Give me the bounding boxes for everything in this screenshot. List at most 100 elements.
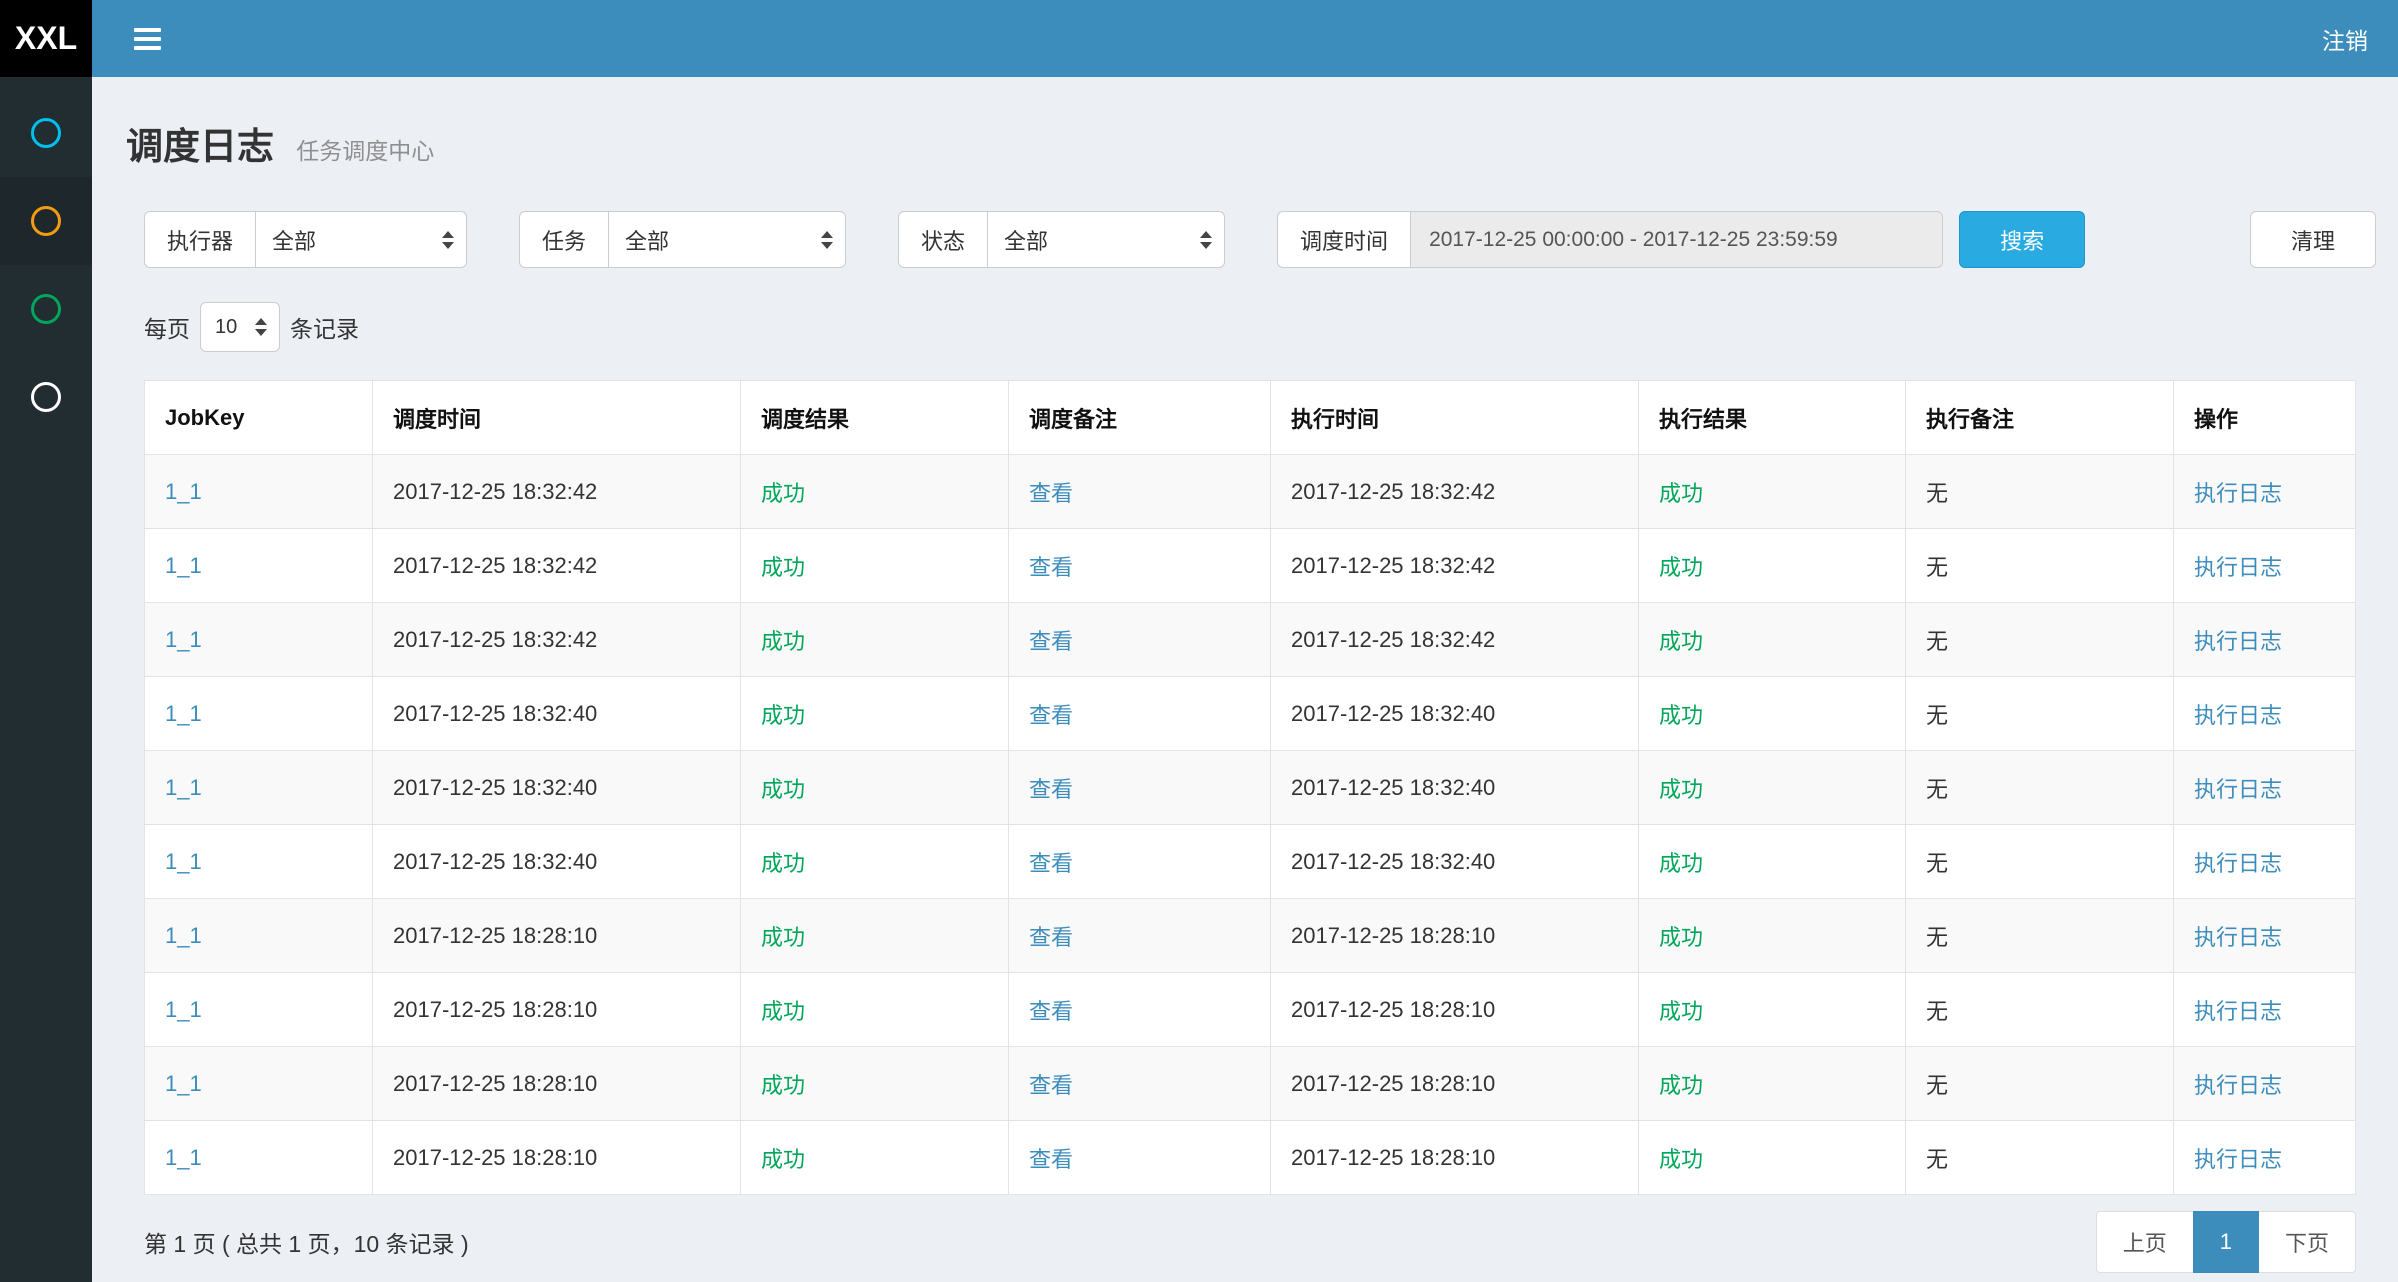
action-cell: 执行日志: [2174, 825, 2356, 899]
col-header-handle-time: 执行时间: [1271, 381, 1639, 455]
action-cell: 执行日志: [2174, 603, 2356, 677]
col-header-handle-result: 执行结果: [1639, 381, 1906, 455]
trigger-remark-cell: 查看: [1009, 973, 1271, 1047]
exec-log-link[interactable]: 执行日志: [2194, 703, 2282, 728]
jobkey-cell: 1_1: [145, 1047, 373, 1121]
jobkey-link[interactable]: 1_1: [165, 701, 202, 726]
handle-time-cell: 2017-12-25 18:32:42: [1271, 455, 1639, 529]
filter-bar: 执行器 全部 任务 全部 状态 全部: [92, 211, 2398, 268]
table-row: 1_1 2017-12-25 18:28:10 成功 查看 2017-12-25…: [145, 899, 2356, 973]
jobkey-link[interactable]: 1_1: [165, 997, 202, 1022]
trigger-remark-link[interactable]: 查看: [1029, 851, 1073, 876]
status-filter-select[interactable]: 全部: [987, 211, 1225, 268]
handle-result-cell: 成功: [1639, 751, 1906, 825]
sidebar-toggle-button[interactable]: [134, 28, 161, 50]
executor-filter-select[interactable]: 全部: [255, 211, 467, 268]
jobkey-link[interactable]: 1_1: [165, 627, 202, 652]
handle-remark-cell: 无: [1906, 973, 2174, 1047]
action-cell: 执行日志: [2174, 973, 2356, 1047]
exec-log-link[interactable]: 执行日志: [2194, 999, 2282, 1024]
trigger-result-cell: 成功: [741, 1047, 1009, 1121]
jobkey-link[interactable]: 1_1: [165, 1071, 202, 1096]
trigger-remark-link[interactable]: 查看: [1029, 999, 1073, 1024]
next-page-button[interactable]: 下页: [2258, 1211, 2356, 1273]
search-button[interactable]: 搜索: [1959, 211, 2085, 268]
handle-result-cell: 成功: [1639, 825, 1906, 899]
trigger-remark-cell: 查看: [1009, 751, 1271, 825]
trigger-result-cell: 成功: [741, 1121, 1009, 1195]
handle-remark-cell: 无: [1906, 825, 2174, 899]
table-row: 1_1 2017-12-25 18:32:42 成功 查看 2017-12-25…: [145, 529, 2356, 603]
page-1-button[interactable]: 1: [2193, 1211, 2259, 1273]
log-table-wrapper: JobKey 调度时间 调度结果 调度备注 执行时间 执行结果 执行备注 操作 …: [144, 380, 2356, 1195]
sidebar-item-2[interactable]: [0, 177, 92, 265]
table-footer: 第 1 页 ( 总共 1 页，10 条记录 ) 上页 1 下页: [92, 1211, 2398, 1273]
jobkey-link[interactable]: 1_1: [165, 923, 202, 948]
sidebar-item-4[interactable]: [0, 353, 92, 441]
trigger-remark-link[interactable]: 查看: [1029, 1147, 1073, 1172]
trigger-result-cell: 成功: [741, 751, 1009, 825]
exec-log-link[interactable]: 执行日志: [2194, 777, 2282, 802]
exec-log-link[interactable]: 执行日志: [2194, 481, 2282, 506]
jobkey-link[interactable]: 1_1: [165, 1145, 202, 1170]
trigger-remark-cell: 查看: [1009, 1121, 1271, 1195]
jobkey-link[interactable]: 1_1: [165, 775, 202, 800]
jobkey-link[interactable]: 1_1: [165, 849, 202, 874]
trigger-remark-link[interactable]: 查看: [1029, 555, 1073, 580]
col-header-trigger-result: 调度结果: [741, 381, 1009, 455]
exec-log-link[interactable]: 执行日志: [2194, 555, 2282, 580]
trigger-remark-link[interactable]: 查看: [1029, 629, 1073, 654]
handle-result-cell: 成功: [1639, 973, 1906, 1047]
trigger-time-cell: 2017-12-25 18:28:10: [373, 1047, 741, 1121]
jobkey-link[interactable]: 1_1: [165, 553, 202, 578]
sidebar-item-3[interactable]: [0, 265, 92, 353]
jobkey-link[interactable]: 1_1: [165, 479, 202, 504]
prev-page-button[interactable]: 上页: [2096, 1211, 2194, 1273]
trigger-remark-link[interactable]: 查看: [1029, 481, 1073, 506]
exec-log-link[interactable]: 执行日志: [2194, 925, 2282, 950]
action-cell: 执行日志: [2174, 1047, 2356, 1121]
logout-link[interactable]: 注销: [2322, 22, 2368, 56]
time-filter-label: 调度时间: [1277, 211, 1410, 268]
action-cell: 执行日志: [2174, 529, 2356, 603]
select-arrows-icon: [442, 231, 454, 249]
clear-button[interactable]: 清理: [2250, 211, 2376, 268]
trigger-remark-link[interactable]: 查看: [1029, 703, 1073, 728]
jobkey-cell: 1_1: [145, 677, 373, 751]
action-cell: 执行日志: [2174, 677, 2356, 751]
exec-log-link[interactable]: 执行日志: [2194, 629, 2282, 654]
status-filter-value: 全部: [1004, 224, 1048, 256]
job-filter-select[interactable]: 全部: [608, 211, 846, 268]
trigger-time-cell: 2017-12-25 18:32:40: [373, 677, 741, 751]
trigger-remark-cell: 查看: [1009, 825, 1271, 899]
page-header: 调度日志 任务调度中心: [92, 77, 2398, 173]
hamburger-icon: [134, 46, 161, 50]
job-filter-value: 全部: [625, 224, 669, 256]
executor-filter-label: 执行器: [144, 211, 255, 268]
time-filter-group: 调度时间: [1277, 211, 1943, 268]
time-range-input[interactable]: [1410, 211, 1943, 268]
exec-log-link[interactable]: 执行日志: [2194, 851, 2282, 876]
handle-result-cell: 成功: [1639, 1121, 1906, 1195]
select-arrows-icon: [821, 231, 833, 249]
jobkey-cell: 1_1: [145, 603, 373, 677]
handle-result-cell: 成功: [1639, 529, 1906, 603]
jobkey-cell: 1_1: [145, 1121, 373, 1195]
trigger-result-cell: 成功: [741, 899, 1009, 973]
status-filter-label: 状态: [898, 211, 987, 268]
trigger-remark-link[interactable]: 查看: [1029, 777, 1073, 802]
sidebar-item-1[interactable]: [0, 89, 92, 177]
app-logo[interactable]: XXL: [0, 0, 92, 77]
handle-time-cell: 2017-12-25 18:32:40: [1271, 751, 1639, 825]
col-header-handle-remark: 执行备注: [1906, 381, 2174, 455]
trigger-result-cell: 成功: [741, 973, 1009, 1047]
trigger-time-cell: 2017-12-25 18:32:42: [373, 455, 741, 529]
page-size-select[interactable]: 10: [200, 302, 280, 352]
trigger-remark-link[interactable]: 查看: [1029, 925, 1073, 950]
select-arrows-icon: [255, 318, 267, 336]
trigger-remark-link[interactable]: 查看: [1029, 1073, 1073, 1098]
exec-log-link[interactable]: 执行日志: [2194, 1073, 2282, 1098]
col-header-jobkey: JobKey: [145, 381, 373, 455]
trigger-result-cell: 成功: [741, 603, 1009, 677]
exec-log-link[interactable]: 执行日志: [2194, 1147, 2282, 1172]
